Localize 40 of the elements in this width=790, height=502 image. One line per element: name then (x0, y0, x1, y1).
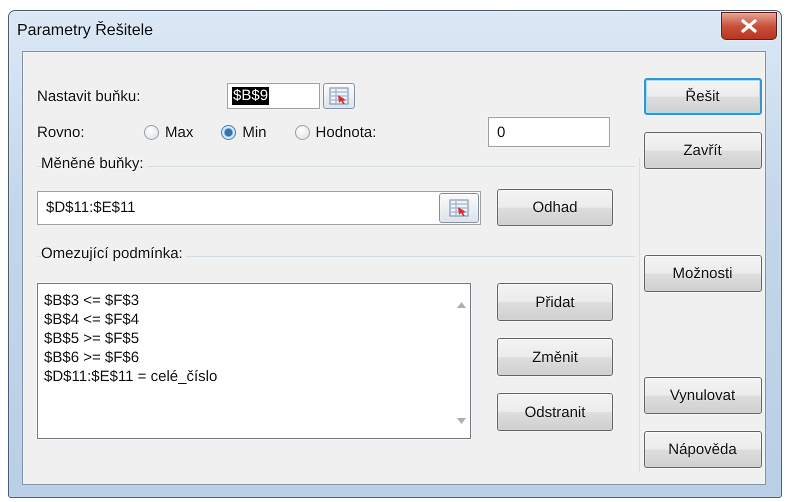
constraint-item[interactable]: $B$5 >= $F$5 (44, 329, 218, 348)
radio-button[interactable] (221, 124, 236, 140)
close-icon (740, 19, 758, 33)
constraint-item[interactable]: $B$6 >= $F$6 (44, 348, 218, 367)
dialog-button[interactable]: Možnosti (644, 255, 762, 292)
cell-reference-field[interactable]: $B$9 (227, 83, 320, 109)
group-label: Měněné buňky: (41, 155, 147, 172)
radio-button[interactable] (294, 124, 310, 140)
field-value: $B$9 (232, 87, 270, 105)
range-picker-icon (449, 198, 469, 216)
field-label: Nastavit buňku: (37, 88, 142, 104)
window-title: Parametry Řešitele (17, 22, 154, 40)
range-picker-icon (329, 87, 349, 105)
dialog-button[interactable]: Vynulovat (644, 377, 762, 414)
constraint-item[interactable]: $D$11:$E$11 = celé_číslo (44, 367, 218, 386)
range-picker-button[interactable] (323, 83, 355, 109)
radio-label: Hodnota: (316, 124, 376, 140)
constraint-button[interactable]: Přidat (497, 283, 613, 321)
dialog-button[interactable]: Nápověda (644, 431, 762, 468)
scroll-down-icon[interactable] (456, 418, 466, 424)
radio-option[interactable]: Hodnota: (294, 124, 376, 140)
scroll-up-icon[interactable] (456, 302, 466, 308)
constraint-button[interactable]: Změnit (497, 338, 613, 376)
radio-option[interactable]: Min (221, 124, 267, 140)
radio-label: Min (242, 124, 267, 140)
group-label: Omezující podmínka: (41, 245, 186, 262)
dialog-button[interactable]: Řešit (644, 78, 762, 115)
constraint-button[interactable]: Odstranit (497, 393, 613, 431)
range-picker-button[interactable] (439, 192, 479, 222)
field-label: Rovno: (37, 124, 86, 140)
radio-option[interactable]: Max (144, 124, 194, 140)
dialog-button[interactable]: Zavřít (644, 132, 762, 169)
constraint-item[interactable]: $B$3 <= $F$3 (44, 291, 218, 310)
close-button[interactable] (721, 12, 777, 40)
changing-cells-field[interactable]: $D$11:$E$11 (37, 190, 481, 224)
value-field[interactable]: 0 (488, 117, 610, 147)
constraint-item[interactable]: $B$4 <= $F$4 (44, 310, 218, 329)
guess-button[interactable]: Odhad (497, 189, 613, 226)
radio-button[interactable] (144, 124, 159, 140)
radio-label: Max (165, 124, 194, 140)
